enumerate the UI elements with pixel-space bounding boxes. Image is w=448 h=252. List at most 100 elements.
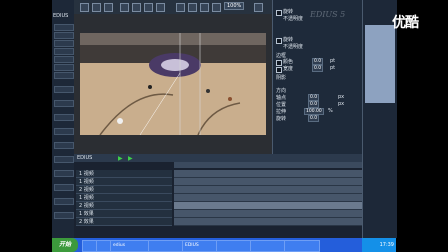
asset-item[interactable]: [54, 156, 74, 163]
rotate-checkbox[interactable]: [276, 10, 282, 16]
letterbox-left: [0, 0, 52, 252]
track-header[interactable]: 2 效果: [76, 218, 172, 226]
track-header[interactable]: 2 视频: [76, 186, 172, 194]
pointer-tool-icon[interactable]: [80, 3, 89, 12]
track-header[interactable]: 1 视频: [76, 170, 172, 178]
track-header[interactable]: 1 视频: [76, 194, 172, 202]
zoom-select[interactable]: 100%: [224, 2, 245, 10]
taskbar-button[interactable]: EDIUS: [182, 240, 218, 252]
track-label: 1 效果: [79, 211, 94, 217]
settings-unit: pt: [330, 65, 336, 71]
system-tray: 17:39: [362, 238, 396, 252]
play-icon[interactable]: ▶: [118, 155, 123, 162]
track-header[interactable]: 1 效果: [76, 210, 172, 218]
track-lane[interactable]: [174, 186, 362, 194]
taskbar-button[interactable]: [284, 240, 320, 252]
asset-item[interactable]: [54, 24, 74, 31]
asset-item[interactable]: [54, 64, 74, 71]
asset-item[interactable]: [54, 48, 74, 55]
settings-unit: px: [338, 101, 345, 107]
taskbar-button[interactable]: [250, 240, 286, 252]
settings-section: 方向: [276, 88, 287, 94]
asset-item[interactable]: [54, 128, 74, 135]
monitor-thumbnail: [365, 25, 395, 103]
clock: 17:39: [379, 242, 394, 248]
watermark-logo: 优酷: [392, 15, 419, 31]
cut-icon[interactable]: [176, 3, 185, 12]
settings-label: 位置: [276, 102, 287, 108]
letterbox-right: [396, 0, 448, 252]
asset-item[interactable]: [54, 56, 74, 63]
track-label: 2 效果: [79, 219, 94, 225]
track-label: 2 视频: [79, 203, 94, 209]
crop-tool-icon[interactable]: [156, 3, 165, 12]
track-lane[interactable]: [174, 178, 362, 186]
track-label: 1 视频: [79, 171, 94, 177]
border-color-checkbox[interactable]: [276, 60, 282, 66]
settings-label: 不透明度: [283, 44, 304, 50]
delete-icon[interactable]: [212, 3, 221, 12]
taskbar-button[interactable]: edius: [110, 240, 150, 252]
copy-icon[interactable]: [188, 3, 197, 12]
fit-icon[interactable]: [254, 3, 263, 12]
track-header[interactable]: 1 视频: [76, 178, 172, 186]
paste-icon[interactable]: [200, 3, 209, 12]
asset-panel: EDIUS: [52, 0, 75, 238]
asset-item[interactable]: [54, 100, 74, 107]
track-header[interactable]: 2 视频: [76, 202, 172, 210]
move-tool-icon[interactable]: [92, 3, 101, 12]
settings-label: 旋转: [283, 37, 294, 43]
settings-label: 旋转: [283, 9, 294, 15]
ellipse-tool-icon[interactable]: [132, 3, 141, 12]
asset-item[interactable]: [54, 170, 74, 177]
asset-item[interactable]: [54, 86, 74, 93]
line-tool-icon[interactable]: [144, 3, 153, 12]
asset-item[interactable]: [54, 72, 74, 79]
video-frame: [80, 33, 266, 135]
track-label: 2 视频: [79, 187, 94, 193]
text-tool-icon[interactable]: [104, 3, 113, 12]
watermark-subtitle: EDIUS 5: [310, 10, 346, 19]
rectangle-tool-icon[interactable]: [120, 3, 129, 12]
preview-toolbar: 100%: [74, 0, 272, 15]
taskbar-button[interactable]: [216, 240, 252, 252]
border-color-field[interactable]: 0.0: [312, 58, 324, 65]
taskbar-button[interactable]: [148, 240, 184, 252]
position-field[interactable]: 0.0: [308, 101, 320, 108]
settings-label: 颜色: [283, 59, 294, 65]
track-lane[interactable]: [174, 210, 362, 218]
settings-unit: pt: [330, 58, 336, 64]
asset-item[interactable]: [54, 142, 74, 149]
settings-label: 旋转: [276, 116, 287, 122]
timeline-header: EDIUS ▶ ▶: [74, 154, 362, 162]
track-lane[interactable]: [174, 202, 362, 210]
settings-label: 拉伸: [276, 109, 287, 115]
track-label: 1 视频: [79, 195, 94, 201]
asset-item[interactable]: [54, 198, 74, 205]
settings-label: 宽度: [283, 66, 294, 72]
timeline-title: EDIUS: [77, 155, 93, 161]
asset-item[interactable]: [54, 184, 74, 191]
rotation-field[interactable]: 0.0: [308, 115, 320, 122]
start-button[interactable]: 开始: [52, 238, 78, 252]
track-label: 1 视频: [79, 179, 94, 185]
loop-icon[interactable]: ▶: [128, 155, 133, 162]
asset-item[interactable]: [54, 40, 74, 47]
track-lane[interactable]: [174, 170, 362, 178]
stretch-field[interactable]: 100.00: [304, 108, 324, 115]
track-lane[interactable]: [174, 194, 362, 202]
settings-label: 不透明度: [283, 16, 304, 22]
border-width-checkbox[interactable]: [276, 67, 282, 73]
pivot-field[interactable]: 0.0: [308, 94, 320, 101]
asset-item[interactable]: [54, 212, 74, 219]
rotate-checkbox[interactable]: [276, 38, 282, 44]
settings-unit: %: [328, 108, 333, 114]
border-width-field[interactable]: 0.0: [312, 65, 324, 72]
asset-item[interactable]: [54, 32, 74, 39]
track-lane[interactable]: [174, 218, 362, 226]
timeline-ruler[interactable]: [174, 162, 362, 168]
settings-section: 阴影: [276, 75, 287, 81]
settings-label: 轴点: [276, 95, 287, 101]
settings-unit: px: [338, 94, 345, 100]
asset-item[interactable]: [54, 114, 74, 121]
